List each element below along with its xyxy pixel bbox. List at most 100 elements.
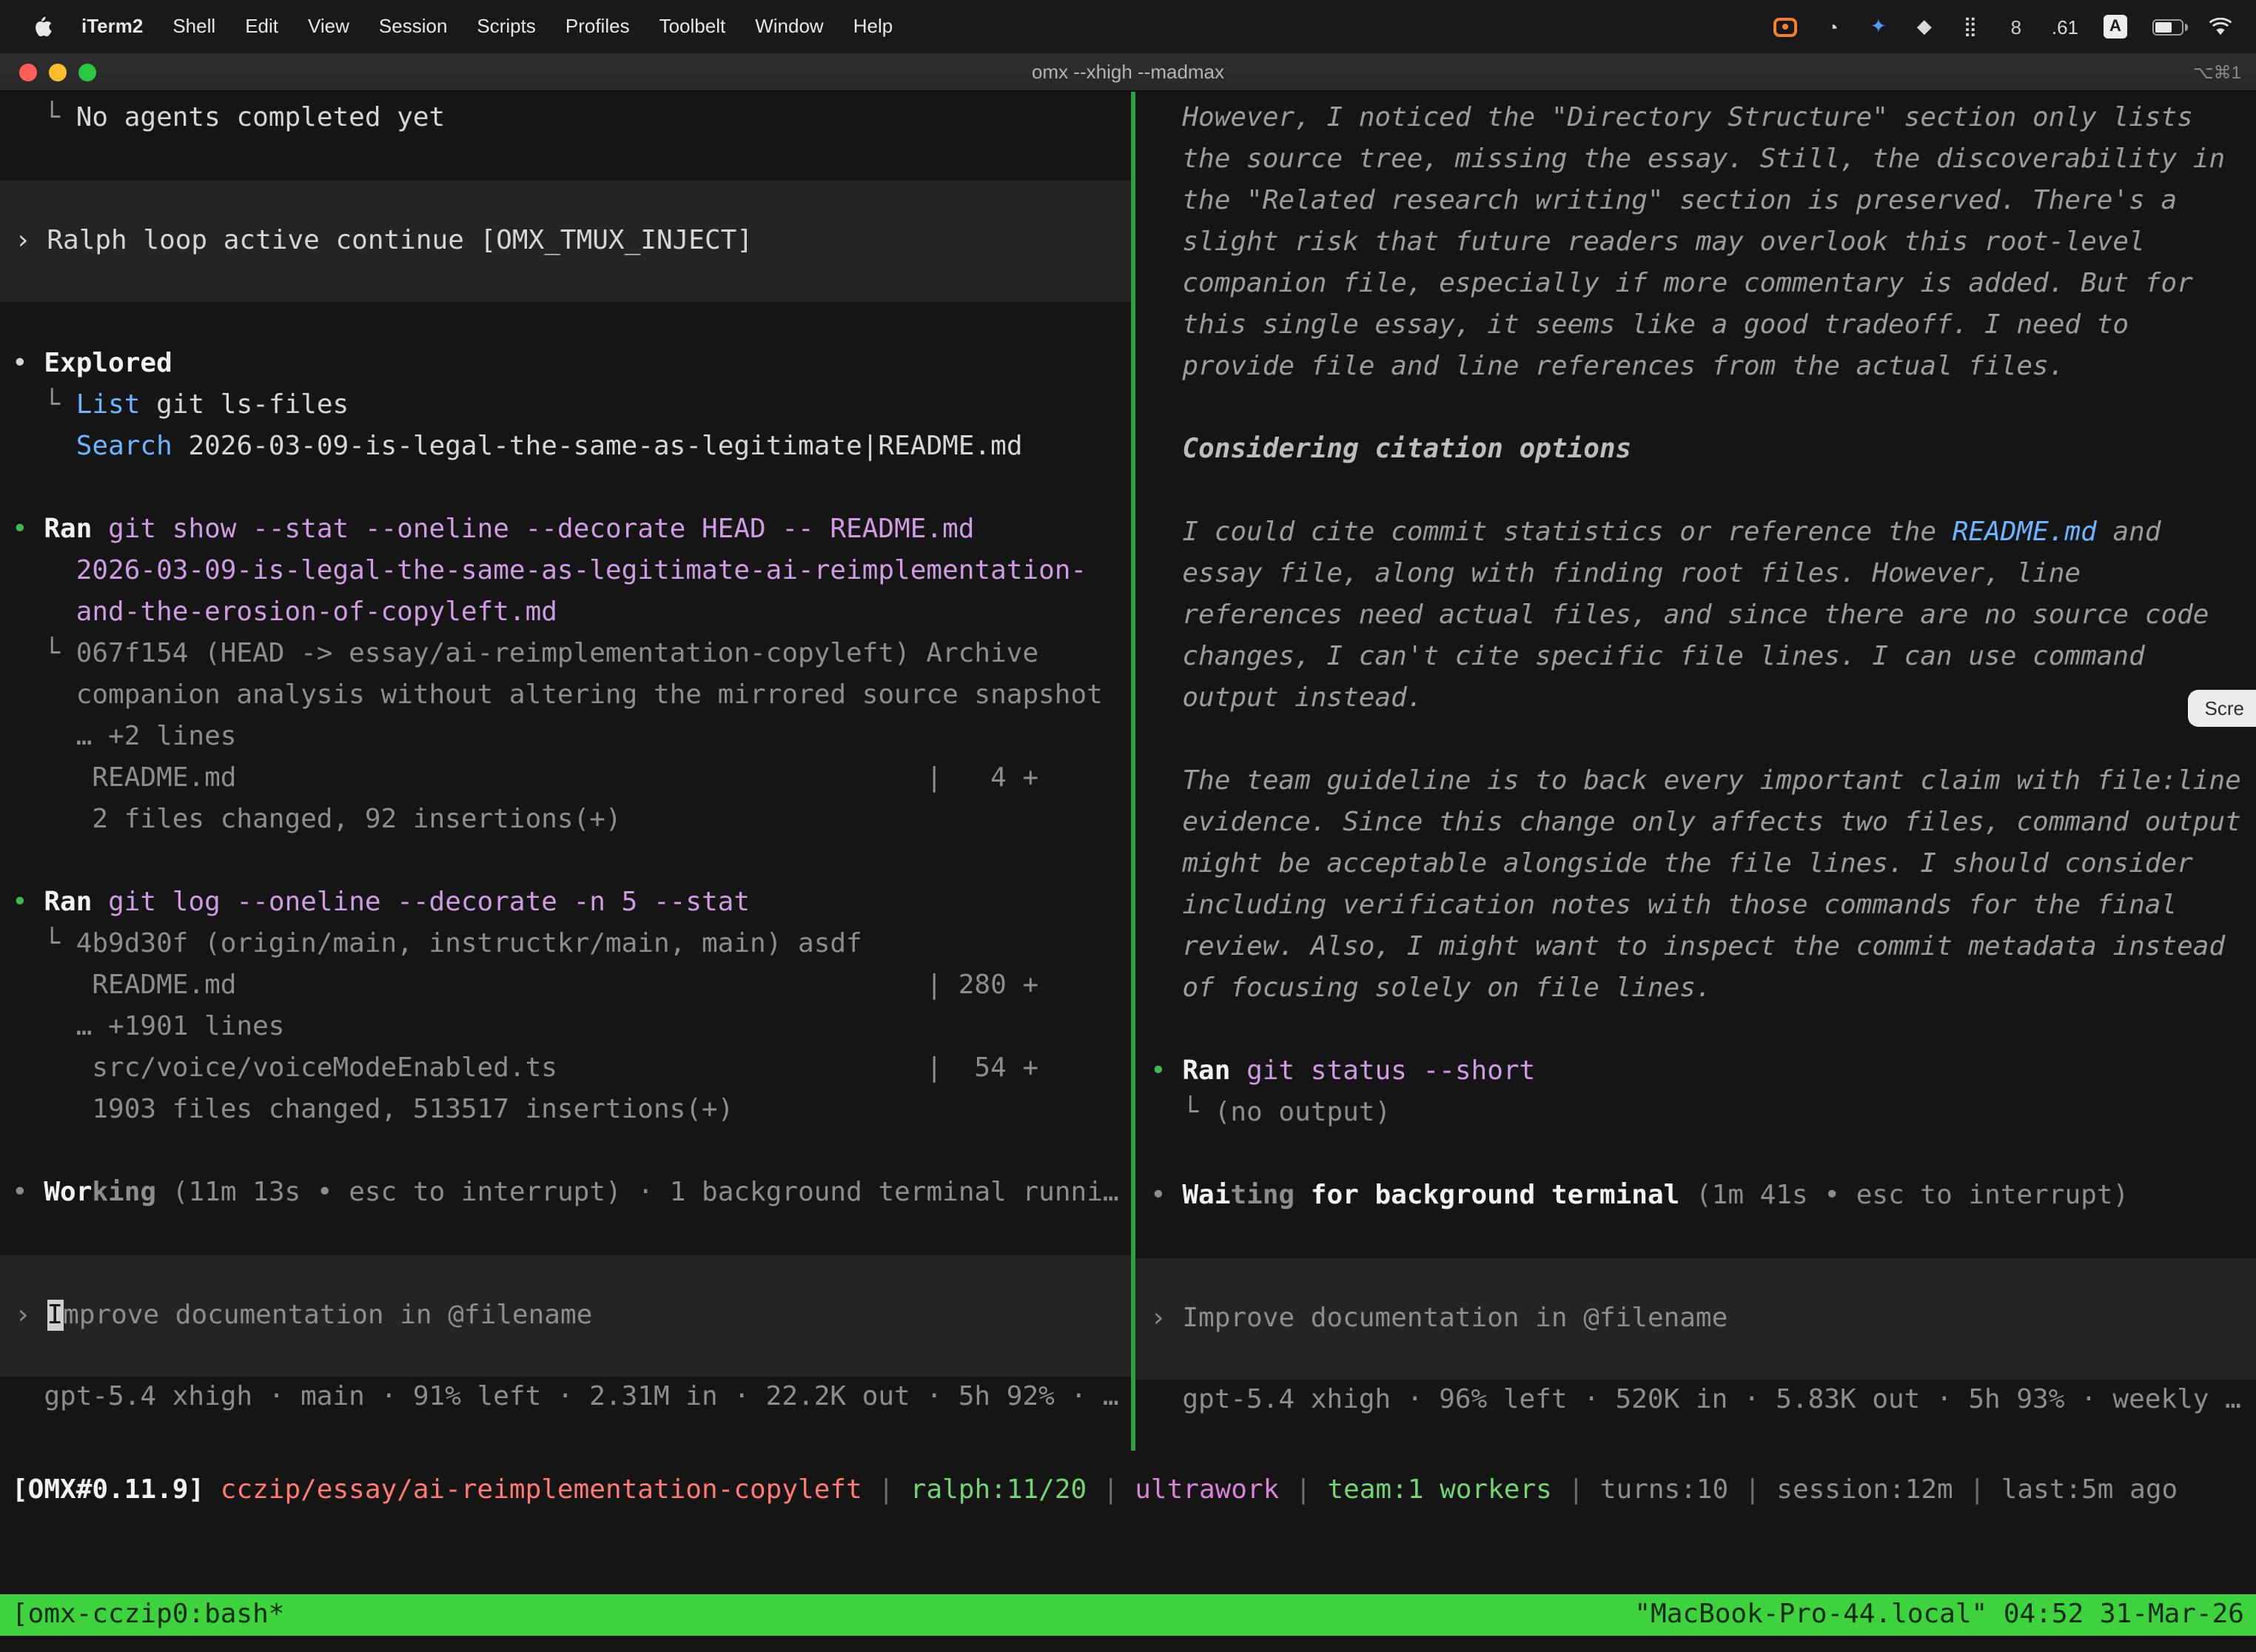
blank-line [0,302,1131,343]
terminal-line: the source tree, missing the essay. Stil… [1135,139,2256,181]
terminal-line: this single essay, it seems like a good … [1135,305,2256,346]
menu-item-iterm2[interactable]: iTerm2 [67,0,158,53]
text-segment: (1m 41s • esc to interrupt) [1679,1180,2129,1211]
blank-line [1135,388,2256,429]
prompt-input-box[interactable]: › Ralph loop active continue [OMX_TMUX_I… [0,181,1131,302]
screen-share-overlay-tab[interactable]: Scre [2189,690,2256,727]
omx-status-segment: | [862,1474,910,1505]
menu-item-scripts[interactable]: Scripts [462,0,550,53]
utility-app-icon[interactable]: ◆ [1914,15,1935,38]
menu-item-edit[interactable]: Edit [230,0,293,53]
text-segment: gpt-5.4 xhigh · main · 91% left · 2.31M … [12,1381,1119,1412]
battery-icon[interactable] [2152,19,2183,35]
raycast-icon[interactable]: ✦ [1868,15,1889,38]
text-segment: Ran [44,887,92,918]
text-segment: this single essay, it seems like a good … [1150,309,2129,340]
text-segment: slight risk that future readers may over… [1150,226,2145,258]
text-segment: README.md | 280 + [12,970,1038,1001]
text-segment: • [12,1177,44,1208]
right-terminal-pane[interactable]: However, I noticed the "Directory Struct… [1135,98,2256,1474]
terminal-line: src/voice/voiceModeEnabled.ts | 54 + [0,1048,1131,1089]
terminal-line: … +2 lines [0,716,1131,758]
window-shortcut-badge: ⌥⌘1 [2193,61,2241,82]
blank-line [0,841,1131,882]
text-segment: • [12,514,44,545]
wifi-icon[interactable] [2209,15,2232,38]
menu-bar-status-icons: ◔ ✦ ◆ ⣿ 8 .61 A [1773,15,2256,38]
terminal-line: I could cite commit statistics or refere… [1135,512,2256,554]
text-segment: Ran [44,514,92,545]
text-segment: ting [1230,1180,1295,1211]
terminal-line: • Ran git status --short [1135,1051,2256,1092]
text-segment: gpt-5.4 xhigh · 96% left · 520K in · 5.8… [1150,1384,2241,1415]
omx-status-segment: team:1 workers [1327,1474,1551,1505]
blank-line [0,1214,1131,1255]
menu-item-session[interactable]: Session [364,0,463,53]
text-segment: git ls-files [140,389,349,420]
text-segment: … +1901 lines [12,1011,284,1042]
text-segment: git status --short [1230,1055,1535,1087]
text-segment: └ 067f154 (HEAD -> essay/ai-reimplementa… [12,638,1038,669]
text-segment: mprove documentation in @filename [63,1300,592,1331]
text-segment: └ 4b9d30f (origin/main, instructkr/main,… [12,928,862,959]
text-segment: and-the-erosion-of-copyleft.md [12,597,557,628]
text-segment: › Improve documentation in @filename [1150,1303,1728,1334]
terminal-line: However, I noticed the "Directory Struct… [1135,98,2256,139]
menu-bar-items: iTerm2ShellEditViewSessionScriptsProfile… [0,0,907,53]
menu-item-shell[interactable]: Shell [158,0,230,53]
terminal-line: └ No agents completed yet [0,98,1131,139]
input-source-icon[interactable]: A [2104,15,2127,38]
text-segment: evidence. Since this change only affects… [1150,807,2241,838]
terminal-window: └ No agents completed yet › Ralph loop ac… [0,92,2256,1652]
window-title-bar[interactable]: omx --xhigh --madmax ⌥⌘1 [0,53,2256,92]
text-segment: src/voice/voiceModeEnabled.ts | 54 + [12,1052,1038,1084]
text-segment: output instead. [1150,682,1423,713]
stats-menu-icon[interactable]: ◔ [1822,15,1843,38]
screen-recording-indicator-icon[interactable] [1773,17,1797,36]
terminal-line: 2 files changed, 92 insertions(+) [0,799,1131,841]
omx-status-segment: | [1728,1474,1776,1505]
text-segment: might be acceptable alongside the file l… [1150,848,2193,879]
menu-item-view[interactable]: View [293,0,364,53]
tmux-host-clock: "MacBook-Pro-44.local" 04:52 31-Mar-26 [1634,1594,2244,1636]
terminal-line: Search 2026-03-09-is-legal-the-same-as-l… [0,426,1131,468]
terminal-line: slight risk that future readers may over… [1135,222,2256,263]
text-segment: review. Also, I might want to inspect th… [1150,931,2225,962]
text-segment: Considering citation options [1150,434,1631,465]
terminal-line: provide file and line references from th… [1135,346,2256,388]
text-segment: I [47,1300,63,1331]
terminal-line: README.md | 280 + [0,965,1131,1007]
app-grid-icon[interactable]: ⣿ [1960,15,1981,38]
menu-item-window[interactable]: Window [740,0,839,53]
terminal-line: The team guideline is to back every impo… [1135,761,2256,802]
terminal-line: • Waiting for background terminal (1m 41… [1135,1175,2256,1217]
text-segment: Ran [1182,1055,1230,1087]
blank-line [1135,471,2256,512]
terminal-line: └ (no output) [1135,1092,2256,1134]
apple-menu-icon[interactable] [21,16,67,38]
omx-status-segment: [OMX#0.11.9] [12,1474,204,1505]
terminal-line: └ List git ls-files [0,385,1131,426]
text-segment: companion analysis without altering the … [12,679,1103,711]
prompt-input-box[interactable]: › Improve documentation in @filename [0,1255,1131,1377]
text-segment: README.md [1953,517,2097,548]
terminal-line: evidence. Since this change only affects… [1135,802,2256,844]
menu-item-help[interactable]: Help [839,0,908,53]
omx-status-line: [OMX#0.11.9] cczip/essay/ai-reimplementa… [12,1470,2178,1511]
menu-item-profiles[interactable]: Profiles [551,0,645,53]
text-segment: • [12,887,44,918]
menu-bar: iTerm2ShellEditViewSessionScriptsProfile… [0,0,2256,53]
terminal-line: 1903 files changed, 513517 insertions(+) [0,1089,1131,1131]
blank-line [1135,1134,2256,1175]
left-terminal-pane[interactable]: └ No agents completed yet › Ralph loop ac… [0,98,1131,1474]
terminal-line: essay file, along with finding root file… [1135,554,2256,595]
prompt-input-box[interactable]: › Improve documentation in @filename [1135,1258,2256,1380]
omx-status-segment: ultrawork [1135,1474,1279,1505]
terminal-line: the "Related research writing" section i… [1135,181,2256,222]
menu-item-toolbelt[interactable]: Toolbelt [645,0,741,53]
text-segment: Wai [1182,1180,1230,1211]
battery-percentage-icon[interactable]: .61 [2052,15,2078,38]
text-segment: └ [12,102,76,133]
keyboard-maestro-icon[interactable]: 8 [2006,15,2027,38]
terminal-line: • Ran git log --oneline --decorate -n 5 … [0,882,1131,924]
